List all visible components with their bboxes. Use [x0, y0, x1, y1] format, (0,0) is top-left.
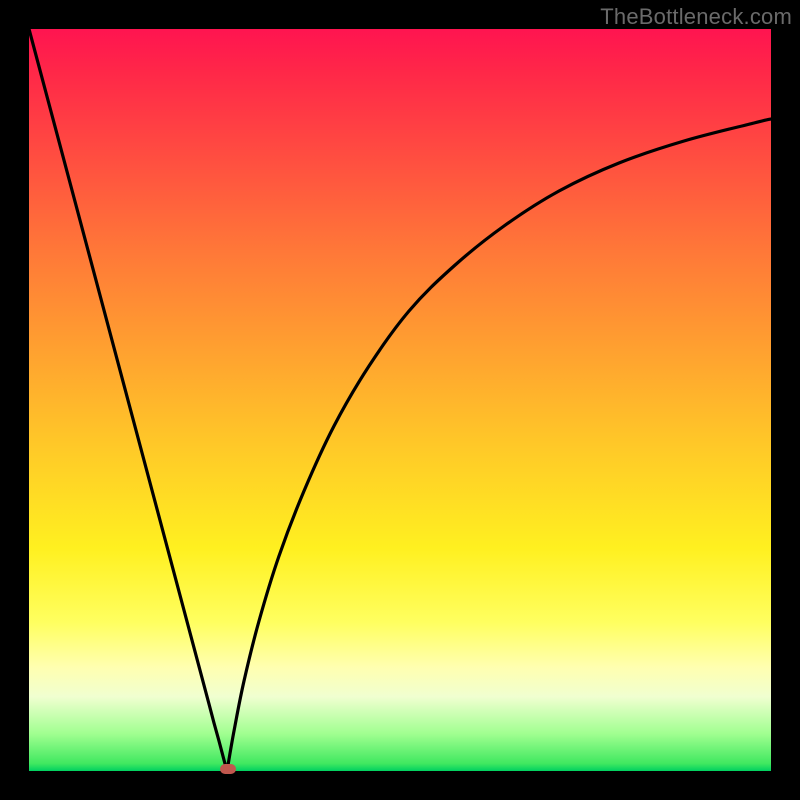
curve-right-branch [227, 119, 771, 771]
minimum-marker [220, 764, 236, 774]
curve-layer [29, 29, 771, 771]
curve-left-branch [29, 29, 227, 771]
watermark-text: TheBottleneck.com [600, 4, 792, 30]
plot-area [29, 29, 771, 771]
